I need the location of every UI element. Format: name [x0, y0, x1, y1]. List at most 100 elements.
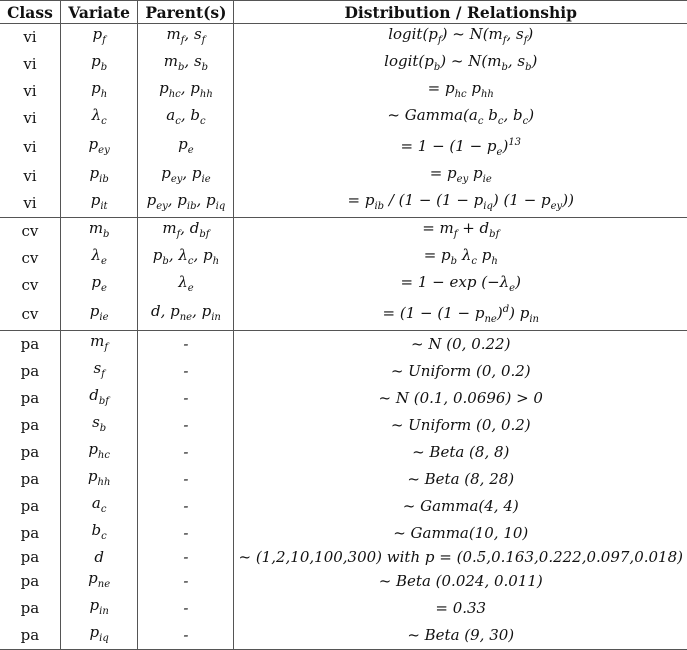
table-row: pa bc - ~ Gamma(10, 10) [0, 520, 687, 547]
table-row: pa sb - ~ Uniform (0, 0.2) [0, 412, 687, 439]
table-row: pa sf - ~ Uniform (0, 0.2) [0, 358, 687, 385]
cell-variate: pib [59, 163, 139, 190]
cell-relationship: = 1 − exp (−λe) [233, 272, 687, 299]
cell-relationship: ~ Gamma(10, 10) [233, 520, 687, 547]
table-row: pa mf - ~ N (0, 0.22) [0, 330, 687, 358]
cell-relationship: logit(pf) ~ N(mf, sf) [233, 23, 687, 51]
cell-class: vi [0, 190, 61, 218]
cell-parents: - [137, 385, 235, 412]
cell-parents: pey, pib, piq [137, 190, 235, 218]
cell-variate: mb [59, 217, 139, 245]
cell-parents: - [137, 568, 235, 595]
cell-class: cv [0, 245, 61, 272]
cell-variate: ac [59, 493, 139, 520]
cell-parents: pb, λc, ph [137, 245, 235, 272]
cell-class: vi [0, 78, 61, 105]
table-row: pa phh - ~ Beta (8, 28) [0, 466, 687, 493]
cell-class: pa [0, 547, 61, 568]
cell-relationship: ~ (1,2,10,100,300) with p = (0.5,0.163,0… [233, 547, 687, 568]
cell-parents: λe [137, 272, 235, 299]
cell-relationship: = pib / (1 − (1 − piq) (1 − pey)) [233, 190, 687, 218]
table-row: vi pf mf, sf logit(pf) ~ N(mf, sf) [0, 23, 687, 51]
cell-variate: pf [59, 23, 139, 51]
cell-variate: bc [59, 520, 139, 547]
cell-variate: phc [59, 439, 139, 466]
table-row: vi pey pe = 1 − (1 − pe)13 [0, 132, 687, 163]
cell-parents: - [137, 595, 235, 622]
cell-class: pa [0, 358, 61, 385]
cell-variate: λe [59, 245, 139, 272]
cell-class: cv [0, 299, 61, 331]
cell-class: vi [0, 105, 61, 132]
cell-relationship: = pb λc ph [233, 245, 687, 272]
cell-relationship: ~ Beta (8, 28) [233, 466, 687, 493]
table-row: cv pe λe = 1 − exp (−λe) [0, 272, 687, 299]
cell-parents: - [137, 493, 235, 520]
cell-relationship: ~ Uniform (0, 0.2) [233, 358, 687, 385]
table-row: pa piq - ~ Beta (9, 30) [0, 622, 687, 650]
cell-class: pa [0, 385, 61, 412]
header-parents: Parent(s) [137, 0, 235, 24]
cell-relationship: = pey pie [233, 163, 687, 190]
cell-relationship: ~ Uniform (0, 0.2) [233, 412, 687, 439]
header-class: Class [0, 0, 61, 24]
cell-class: pa [0, 622, 61, 650]
cell-class: vi [0, 163, 61, 190]
header-distribution: Distribution / Relationship [233, 0, 687, 24]
cell-variate: pey [59, 132, 139, 163]
cell-parents: pey, pie [137, 163, 235, 190]
table-row: pa ac - ~ Gamma(4, 4) [0, 493, 687, 520]
table-row: vi λc ac, bc ~ Gamma(ac bc, bc) [0, 105, 687, 132]
cell-class: pa [0, 493, 61, 520]
table-body: vi pf mf, sf logit(pf) ~ N(mf, sf) vi pb mb, s… [0, 23, 687, 650]
cell-relationship: = 0.33 [233, 595, 687, 622]
cell-variate: sb [59, 412, 139, 439]
cell-variate: pb [59, 51, 139, 78]
cell-class: vi [0, 23, 61, 51]
cell-parents: mf, sf [137, 23, 235, 51]
cell-variate: λc [59, 105, 139, 132]
cell-variate: pne [59, 568, 139, 595]
table-row: vi pit pey, pib, piq = pib / (1 − (1 − piq)… [0, 190, 687, 218]
cell-class: pa [0, 412, 61, 439]
table-row: pa dbf - ~ N (0.1, 0.0696) > 0 [0, 385, 687, 412]
table-row: cv λe pb, λc, ph = pb λc ph [0, 245, 687, 272]
cell-variate: sf [59, 358, 139, 385]
table-row: pa pne - ~ Beta (0.024, 0.011) [0, 568, 687, 595]
cell-class: pa [0, 439, 61, 466]
cell-class: cv [0, 217, 61, 245]
cell-variate: pin [59, 595, 139, 622]
cell-variate: phh [59, 466, 139, 493]
cell-parents: - [137, 358, 235, 385]
model-specification-table: Class Variate Parent(s) Distribution / R… [0, 0, 687, 650]
cell-parents: mf, dbf [137, 217, 235, 245]
table-row: pa pin - = 0.33 [0, 595, 687, 622]
table-row: pa d - ~ (1,2,10,100,300) with p = (0.5,0.1… [0, 547, 687, 568]
table-row: cv mb mf, dbf = mf + dbf [0, 217, 687, 245]
cell-class: vi [0, 132, 61, 163]
cell-relationship: ~ Beta (9, 30) [233, 622, 687, 650]
cell-variate: dbf [59, 385, 139, 412]
header-row: Class Variate Parent(s) Distribution / R… [0, 0, 687, 24]
cell-relationship: ~ N (0, 0.22) [233, 330, 687, 358]
cell-parents: mb, sb [137, 51, 235, 78]
cell-parents: - [137, 439, 235, 466]
cell-variate: piq [59, 622, 139, 650]
cell-class: pa [0, 330, 61, 358]
cell-parents: - [137, 412, 235, 439]
cell-parents: d, pne, pin [137, 299, 235, 331]
cell-class: pa [0, 520, 61, 547]
table-row: vi pib pey, pie = pey pie [0, 163, 687, 190]
cell-parents: phc, phh [137, 78, 235, 105]
cell-class: vi [0, 51, 61, 78]
cell-variate: pie [59, 299, 139, 331]
header-variate: Variate [59, 0, 139, 24]
cell-relationship: = 1 − (1 − pe)13 [233, 132, 687, 163]
table-row: vi ph phc, phh = phc phh [0, 78, 687, 105]
cell-class: pa [0, 568, 61, 595]
cell-relationship: ~ Beta (0.024, 0.011) [233, 568, 687, 595]
cell-relationship: ~ N (0.1, 0.0696) > 0 [233, 385, 687, 412]
cell-relationship: ~ Beta (8, 8) [233, 439, 687, 466]
cell-parents: - [137, 520, 235, 547]
cell-parents: - [137, 466, 235, 493]
